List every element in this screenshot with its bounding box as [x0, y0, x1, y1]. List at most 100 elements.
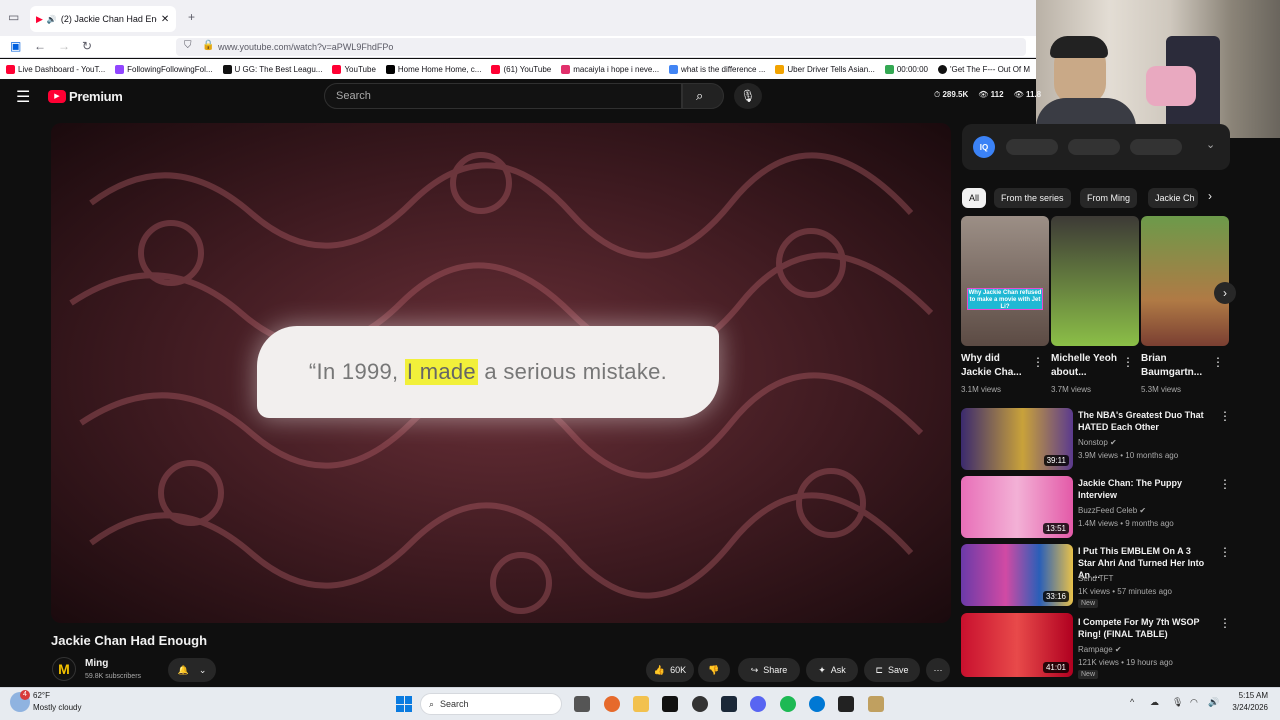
volume-icon[interactable]: 🔊: [1208, 697, 1219, 708]
browser-tab[interactable]: ▶ 🔊 (2) Jackie Chan Had Enough ✕: [30, 6, 176, 32]
bookmark-item[interactable]: U GG: The Best Leagu...: [222, 64, 322, 74]
discord-icon[interactable]: [750, 696, 766, 712]
video-list-channel[interactable]: BuzzFeed Celeb ✔: [1078, 505, 1146, 516]
bookmark-item[interactable]: FollowingFollowingFol...: [115, 64, 213, 74]
bookmark-item[interactable]: Uber Driver Tells Asian...: [775, 64, 875, 74]
app-icon[interactable]: [692, 696, 708, 712]
short-thumbnail[interactable]: [1051, 216, 1139, 346]
share-button[interactable]: ↪ Share: [738, 658, 800, 682]
video-list-channel[interactable]: Rampage ✔: [1078, 644, 1122, 655]
short-views: 3.7M views: [1051, 385, 1092, 394]
search-button[interactable]: ⌕: [682, 83, 724, 109]
tray-app-icon[interactable]: ☁: [1150, 697, 1159, 708]
steam-icon[interactable]: [721, 696, 737, 712]
chip-from-series[interactable]: From the series: [994, 188, 1071, 208]
like-button[interactable]: 👍 60K: [646, 658, 694, 682]
more-icon[interactable]: ⋮: [1219, 409, 1231, 423]
panel-pill[interactable]: [1068, 139, 1120, 155]
audio-icon[interactable]: 🔊: [47, 15, 57, 24]
sidebar-toggle-icon[interactable]: ▣: [10, 39, 21, 53]
firefox-icon[interactable]: [604, 696, 620, 712]
bookmark-item[interactable]: what is the difference ...: [669, 64, 765, 74]
video-list-title[interactable]: Jackie Chan: The Puppy Interview: [1078, 477, 1208, 501]
chip-jackie[interactable]: Jackie Ch: [1148, 188, 1198, 208]
shield-icon[interactable]: ⛉: [184, 40, 192, 51]
dislike-button[interactable]: 👎: [698, 658, 730, 682]
video-player[interactable]: “In 1999, I made a serious mistake.: [51, 123, 951, 623]
bookmark-item[interactable]: 00:00:00: [884, 64, 928, 74]
panel-pill[interactable]: [1130, 139, 1182, 155]
carousel-next-button[interactable]: ›: [1214, 282, 1236, 304]
short-title[interactable]: Michelle Yeoh about...: [1051, 352, 1117, 380]
site-icon: [937, 64, 947, 74]
bookmark-item[interactable]: Live Dashboard - YouT...: [6, 64, 105, 74]
video-list-channel[interactable]: Send TFT: [1078, 573, 1113, 584]
microphone-icon[interactable]: 🎙: [1172, 697, 1183, 708]
windows-start-icon[interactable]: [396, 696, 412, 712]
forward-icon[interactable]: →: [58, 39, 70, 53]
video-thumbnail[interactable]: 39:11: [961, 408, 1073, 470]
bookmark-item[interactable]: Home Home Home, c...: [385, 64, 481, 74]
chip-all[interactable]: All: [962, 188, 987, 208]
reload-icon[interactable]: ↻: [82, 39, 92, 53]
bookmark-item[interactable]: macaiyla i hope i neve...: [561, 64, 659, 74]
save-button[interactable]: ⊏ Save: [864, 658, 920, 682]
back-icon[interactable]: ←: [34, 39, 46, 53]
more-icon[interactable]: ⋮: [1219, 616, 1231, 630]
more-icon[interactable]: ⋮: [1219, 545, 1231, 559]
notification-button[interactable]: 🔔 ⌄: [168, 658, 216, 682]
voice-search-button[interactable]: 🎙: [734, 83, 762, 109]
video-list-channel[interactable]: Nonstop ✔: [1078, 437, 1117, 448]
more-icon[interactable]: ⋮: [1032, 355, 1044, 369]
tab-list-icon[interactable]: ▭: [8, 10, 19, 24]
menu-icon[interactable]: ☰: [16, 87, 30, 107]
tray-chevron-icon[interactable]: ^: [1130, 697, 1134, 707]
video-list-title[interactable]: I Compete For My 7th WSOP Ring! (FINAL T…: [1078, 616, 1208, 640]
panel-pill[interactable]: [1006, 139, 1058, 155]
wifi-icon[interactable]: ◠: [1190, 697, 1198, 708]
channel-name[interactable]: Ming: [85, 658, 108, 669]
short-thumbnail[interactable]: [1141, 216, 1229, 346]
webcam-overlay: [1036, 0, 1280, 138]
video-list-title[interactable]: The NBA's Greatest Duo That HATED Each O…: [1078, 409, 1208, 433]
youtube-logo[interactable]: ▶ Premium: [48, 89, 123, 104]
bookmark-item[interactable]: 'Get The F--- Out Of M: [937, 64, 1030, 74]
app-icon[interactable]: [838, 696, 854, 712]
task-view-icon[interactable]: [574, 696, 590, 712]
more-icon[interactable]: ⋮: [1219, 477, 1231, 491]
clock-date[interactable]: 3/24/2026: [1224, 703, 1268, 712]
chevron-down-icon[interactable]: ⌄: [1206, 138, 1215, 151]
taskbar-search[interactable]: ⌕ Search: [420, 693, 562, 715]
clock-time[interactable]: 5:15 AM: [1236, 691, 1268, 700]
more-actions-button[interactable]: ⋯: [926, 658, 950, 682]
new-tab-icon[interactable]: +: [188, 10, 195, 24]
video-thumbnail[interactable]: 13:51: [961, 476, 1073, 538]
ask-button[interactable]: ✦ Ask: [806, 658, 858, 682]
video-thumbnail[interactable]: 33:16: [961, 544, 1073, 606]
chip-from-channel[interactable]: From Ming: [1080, 188, 1138, 208]
spotify-icon[interactable]: [780, 696, 796, 712]
address-bar[interactable]: ⛉ 🔒 www.youtube.com/watch?v=aPWL9FhdFPo: [176, 38, 1026, 56]
bookmark-item[interactable]: YouTube: [332, 64, 376, 74]
capcut-icon[interactable]: [662, 696, 678, 712]
bookmark-item[interactable]: (61) YouTube: [491, 64, 551, 74]
weather-icon[interactable]: 4: [10, 690, 30, 712]
more-icon[interactable]: ⋮: [1212, 355, 1224, 369]
search-input[interactable]: Search: [324, 83, 682, 109]
channel-avatar[interactable]: M: [52, 657, 76, 681]
video-thumbnail[interactable]: 41:01: [961, 613, 1073, 677]
app-icon[interactable]: [868, 696, 884, 712]
weather-desc[interactable]: Mostly cloudy: [33, 703, 81, 712]
close-tab-icon[interactable]: ✕: [161, 14, 169, 25]
short-thumbnail[interactable]: Why Jackie Chan refused to make a movie …: [961, 216, 1049, 346]
short-title[interactable]: Why did Jackie Cha...: [961, 352, 1027, 380]
more-icon[interactable]: ⋮: [1122, 355, 1134, 369]
lock-icon[interactable]: 🔒: [202, 40, 214, 51]
app-icon[interactable]: [809, 696, 825, 712]
weather-temp[interactable]: 62°F: [33, 691, 50, 700]
file-explorer-icon[interactable]: [633, 696, 649, 712]
panel-logo[interactable]: IQ: [973, 136, 995, 158]
short-title[interactable]: Brian Baumgartn...: [1141, 352, 1207, 380]
video-list-meta: 1.4M views • 9 months ago: [1078, 519, 1174, 528]
chevron-right-icon[interactable]: ›: [1208, 189, 1212, 203]
